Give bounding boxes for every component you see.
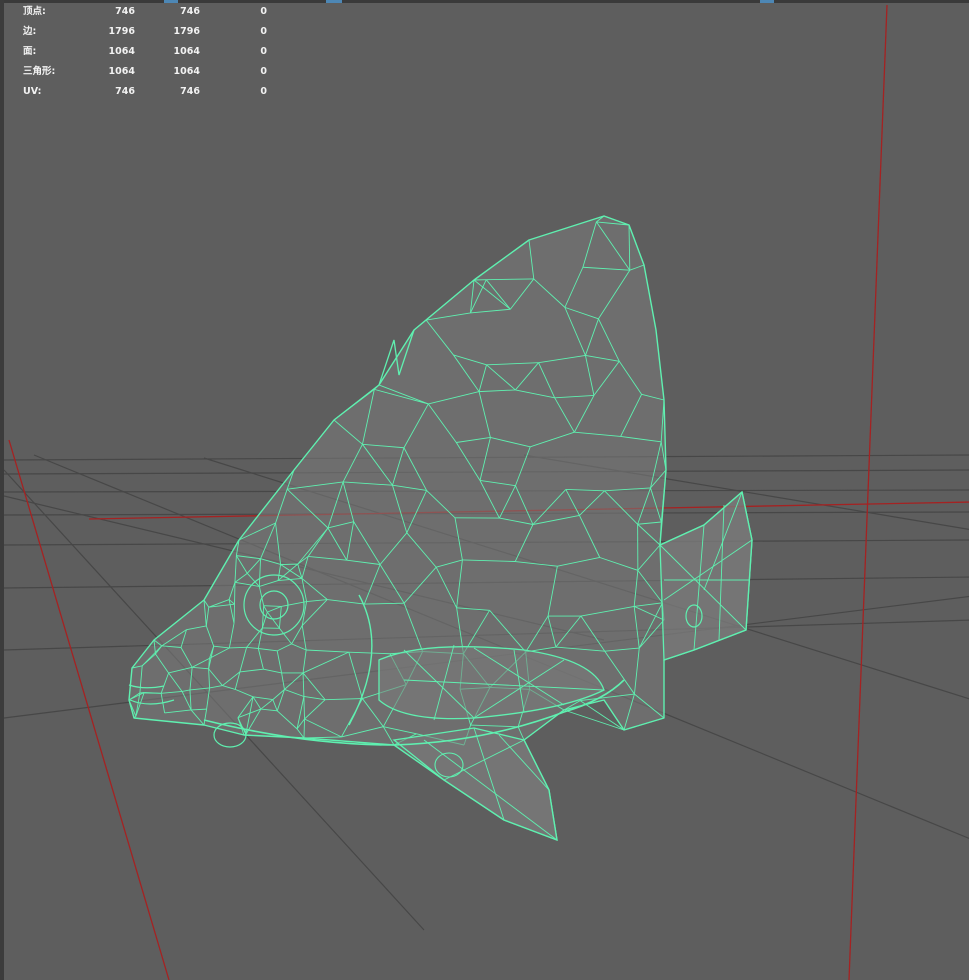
hud-value-extra: 0	[260, 26, 267, 37]
mesh-edge	[303, 718, 305, 739]
pelvic-outline	[392, 727, 558, 842]
tail-outline	[659, 490, 753, 661]
hud-row-faces: 面: 1064 1064 0	[23, 42, 273, 62]
mesh-edge	[229, 646, 247, 649]
fish-mesh[interactable]	[128, 215, 753, 842]
scene-canvas[interactable]	[4, 0, 969, 980]
hud-row-vertices: 顶点: 746 746 0	[23, 2, 273, 22]
fish-pelvic-fin	[392, 727, 558, 842]
fish-tail-fin	[659, 490, 753, 661]
hud-row-edges: 边: 1796 1796 0	[23, 22, 273, 42]
3d-viewport[interactable]: 顶点: 746 746 0 边: 1796 1796 0 面: 1064 106…	[0, 0, 969, 980]
hud-row-uvs: UV: 746 746 0	[23, 82, 273, 102]
axis-line	[848, 4, 888, 980]
hud-value-extra: 0	[260, 6, 267, 17]
hud-value-extra: 0	[260, 66, 267, 77]
hud-value-extra: 0	[260, 86, 267, 97]
poly-count-hud: 顶点: 746 746 0 边: 1796 1796 0 面: 1064 106…	[23, 2, 273, 102]
hud-row-triangles: 三角形: 1064 1064 0	[23, 62, 273, 82]
hud-value-extra: 0	[260, 46, 267, 57]
